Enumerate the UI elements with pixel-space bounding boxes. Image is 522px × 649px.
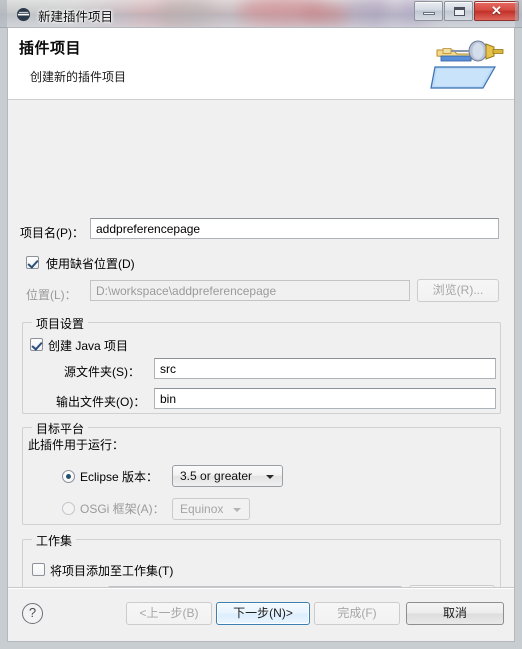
project-name-input[interactable]: addpreferencepage (90, 218, 499, 239)
eclipse-version-combo[interactable]: 3.5 or greater (172, 465, 283, 487)
wizard-header-panel: 插件项目 创建新的插件项目 (8, 28, 515, 100)
target-platform-prompt: 此插件用于运行： (28, 438, 125, 452)
osgi-framework-label: OSGi 框架(A)： (80, 502, 165, 516)
maximize-button[interactable] (444, 1, 473, 21)
output-folder-label: 输出文件夹(O)： (56, 395, 146, 409)
eclipse-version-value: 3.5 or greater (180, 469, 253, 483)
eclipse-version-radio[interactable] (62, 470, 75, 483)
create-java-project-checkbox[interactable] (30, 338, 43, 351)
titlebar-backdrop-blur (300, 4, 352, 24)
working-sets-group-title: 工作集 (32, 532, 77, 549)
wizard-header: 插件项目 创建新的插件项目 (0, 28, 522, 102)
new-plugin-project-dialog: 新建插件项目 ✕ 插件项目 创建新的插件项目 项目名(P)： addprefer… (0, 0, 522, 649)
window-title: 新建插件项目 (38, 10, 114, 24)
browse-button[interactable]: 浏览(R)... (417, 279, 499, 302)
minimize-icon (423, 12, 435, 15)
next-button[interactable]: 下一步(N)> (216, 602, 310, 625)
page-title: 插件项目 (19, 40, 82, 57)
cancel-button[interactable]: 取消 (406, 602, 504, 625)
add-to-working-sets-checkbox[interactable] (32, 563, 45, 576)
create-java-project-label: 创建 Java 项目 (48, 339, 129, 353)
maximize-icon (454, 7, 465, 16)
location-label: 位置(L)： (26, 288, 77, 302)
wizard-body: 项目名(P)： addpreferencepage 使用缺省位置(D) 位置(L… (8, 102, 515, 617)
titlebar-backdrop-blur (345, 0, 391, 22)
eclipse-version-label: Eclipse 版本： (80, 470, 159, 484)
plugin-project-icon (430, 40, 504, 89)
titlebar-backdrop-blur (155, 0, 215, 26)
target-platform-group-title: 目标平台 (32, 420, 89, 437)
finish-button[interactable]: 完成(F) (314, 602, 400, 625)
back-button[interactable]: <上一步(B) (126, 602, 212, 625)
page-description: 创建新的插件项目 (30, 70, 127, 84)
project-name-label: 项目名(P)： (20, 226, 84, 240)
osgi-framework-value: Equinox (180, 502, 224, 516)
eclipse-icon (16, 7, 31, 22)
chevron-down-icon (266, 475, 274, 479)
close-button[interactable]: ✕ (474, 1, 519, 21)
source-folder-label: 源文件夹(S)： (64, 365, 140, 379)
window-controls: ✕ (413, 1, 519, 22)
minimize-button[interactable] (414, 1, 443, 21)
osgi-framework-combo[interactable]: Equinox (172, 498, 250, 520)
use-default-location-checkbox[interactable] (26, 256, 39, 269)
help-button[interactable]: ? (22, 603, 43, 624)
chevron-down-icon (233, 508, 241, 512)
project-settings-group-title: 项目设置 (32, 315, 89, 332)
use-default-location-label: 使用缺省位置(D) (46, 257, 135, 271)
output-folder-input[interactable]: bin (154, 388, 496, 409)
add-to-working-sets-label: 将项目添加至工作集(T) (50, 564, 174, 578)
location-input[interactable]: D:\workspace\addpreferencepage (90, 280, 410, 301)
close-icon: ✕ (491, 3, 502, 18)
osgi-framework-radio[interactable] (62, 502, 75, 515)
source-folder-input[interactable]: src (154, 358, 496, 379)
